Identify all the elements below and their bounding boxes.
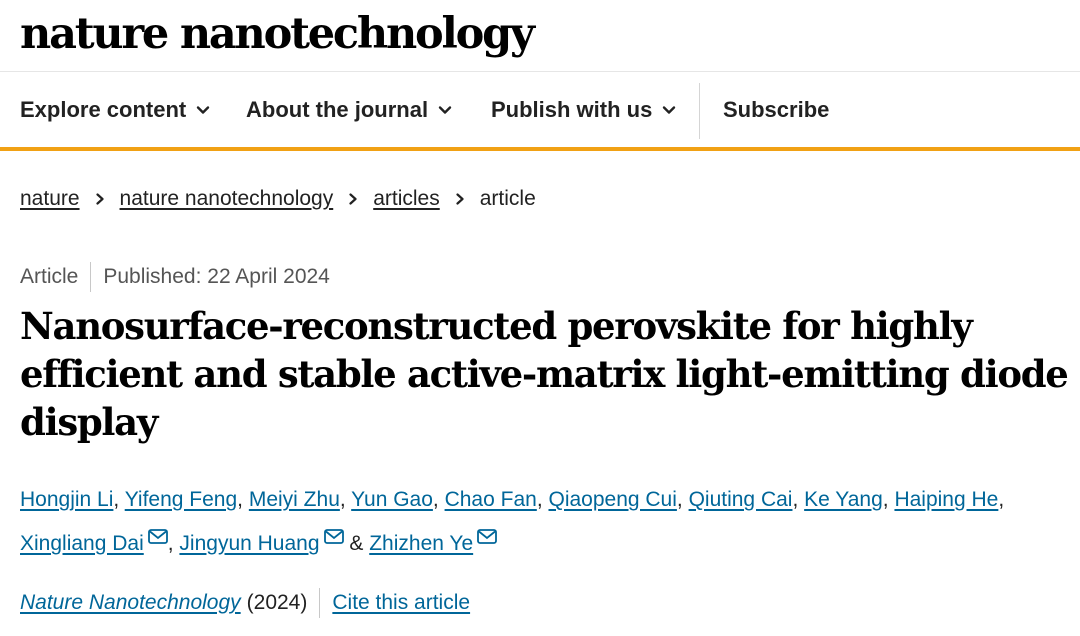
author-link[interactable]: Qiuting Cai bbox=[689, 488, 793, 511]
author-link[interactable]: Qiaopeng Cui bbox=[548, 488, 676, 511]
email-icon[interactable] bbox=[323, 529, 344, 544]
site-header: nature nanotechnology bbox=[0, 0, 1080, 72]
publication-year: (2024) bbox=[246, 591, 308, 614]
author-separator: , bbox=[113, 488, 125, 511]
chevron-down-icon bbox=[438, 106, 452, 114]
article-meta: Article Published: 22 April 2024 bbox=[20, 262, 330, 292]
breadcrumb-current: article bbox=[479, 187, 536, 210]
author-separator: , bbox=[998, 488, 1005, 511]
chevron-right-icon bbox=[456, 193, 464, 205]
nav-explore-content[interactable]: Explore content bbox=[20, 73, 210, 147]
published-date: Published: 22 April 2024 bbox=[103, 265, 330, 288]
author-separator: , bbox=[167, 532, 180, 555]
chevron-right-icon bbox=[95, 193, 104, 205]
nav-divider bbox=[699, 83, 700, 139]
email-icon[interactable] bbox=[477, 529, 498, 544]
author-separator: , bbox=[536, 488, 549, 511]
author-separator: & bbox=[343, 532, 370, 555]
chevron-right-icon bbox=[349, 193, 357, 205]
nav-subscribe[interactable]: Subscribe bbox=[723, 73, 829, 147]
article-type: Article bbox=[20, 265, 79, 288]
nav-about-the-journal[interactable]: About the journal bbox=[246, 73, 452, 147]
author-link[interactable]: Yun Gao bbox=[351, 488, 433, 511]
nav-item-label: About the journal bbox=[246, 97, 429, 122]
citation-divider bbox=[319, 588, 321, 618]
nav-item-label: Subscribe bbox=[723, 97, 830, 122]
author-link[interactable]: Jingyun Huang bbox=[179, 532, 319, 555]
author-link[interactable]: Xingliang Dai bbox=[20, 532, 144, 555]
author-link[interactable]: Ke Yang bbox=[804, 488, 883, 511]
nav-item-label: Explore content bbox=[20, 97, 187, 122]
article-title: Nanosurface-reconstructed perovskite for… bbox=[20, 304, 1069, 444]
author-link[interactable]: Meiyi Zhu bbox=[249, 488, 340, 511]
author-link[interactable]: Haiping He bbox=[894, 488, 998, 511]
citation-line: Nature Nanotechnology (2024) Cite this a… bbox=[20, 586, 470, 620]
meta-divider bbox=[90, 262, 92, 292]
chevron-down-icon bbox=[663, 106, 676, 114]
author-separator: , bbox=[792, 488, 805, 511]
author-link[interactable]: Hongjin Li bbox=[20, 488, 113, 511]
journal-logo[interactable]: nature nanotechnology bbox=[20, 6, 535, 62]
chevron-down-icon bbox=[197, 106, 210, 114]
nav-item-label: Publish with us bbox=[491, 97, 653, 122]
author-separator: , bbox=[237, 488, 249, 511]
breadcrumb: nature nature nanotechnology articles ar… bbox=[20, 184, 536, 214]
cite-this-article-link[interactable]: Cite this article bbox=[332, 591, 470, 615]
breadcrumb-link-journal[interactable]: nature nanotechnology bbox=[120, 187, 334, 211]
journal-name-link[interactable]: Nature Nanotechnology bbox=[20, 591, 241, 615]
nav-publish-with-us[interactable]: Publish with us bbox=[491, 73, 676, 147]
author-link[interactable]: Yifeng Feng bbox=[125, 488, 237, 511]
author-separator: , bbox=[432, 488, 445, 511]
author-link[interactable]: Zhizhen Ye bbox=[369, 532, 473, 555]
author-link[interactable]: Chao Fan bbox=[445, 488, 537, 511]
breadcrumb-link-articles[interactable]: articles bbox=[373, 187, 440, 211]
author-separator: , bbox=[676, 488, 689, 511]
main-nav: Explore content About the journal Publis… bbox=[0, 73, 1080, 151]
email-icon[interactable] bbox=[147, 529, 168, 544]
author-list: Hongjin Li, Yifeng Feng, Meiyi Zhu, Yun … bbox=[20, 478, 1070, 566]
author-separator: , bbox=[882, 488, 895, 511]
author-separator: , bbox=[339, 488, 352, 511]
breadcrumb-link-nature[interactable]: nature bbox=[20, 187, 80, 211]
